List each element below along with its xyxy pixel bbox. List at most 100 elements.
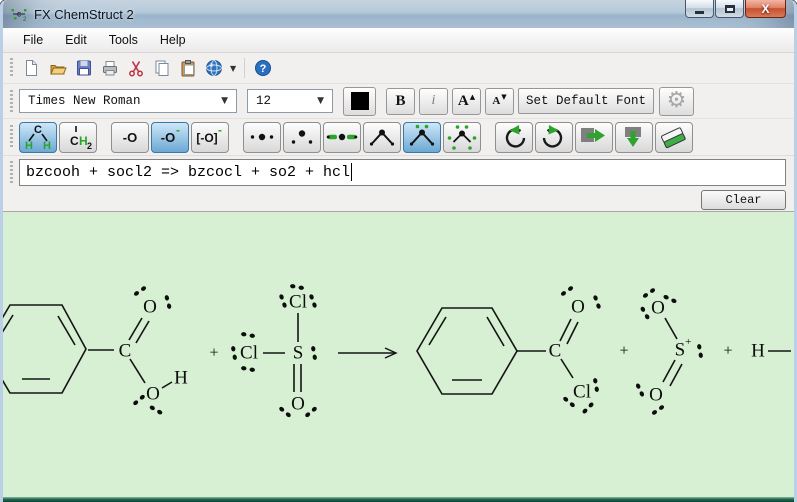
oxygen-plain-button[interactable]: -O	[111, 121, 149, 153]
svg-text:c: c	[17, 10, 21, 19]
svg-text:O: O	[143, 297, 157, 318]
open-button[interactable]	[45, 56, 71, 80]
open-folder-icon	[50, 65, 67, 75]
expanded-ch-button[interactable]: C H H	[19, 121, 57, 153]
bold-label: B	[395, 92, 406, 109]
toolbar-grip[interactable]	[10, 89, 13, 113]
set-default-font-button[interactable]: Set Default Font	[518, 88, 655, 114]
insert-right-button[interactable]	[575, 121, 613, 153]
linear-bonds-button[interactable]	[323, 121, 361, 153]
oxygen-bracket-charge-button[interactable]: [-O] -	[191, 121, 229, 153]
settings-button[interactable]: ⚙	[659, 86, 695, 116]
font-color-button[interactable]	[343, 86, 376, 116]
app-icon[interactable]: c 2	[10, 6, 28, 22]
italic-button[interactable]: i	[419, 87, 448, 115]
chem-canvas[interactable]: COOHClCl SOCOClOS+OH+ + +	[3, 212, 794, 497]
clear-row: Clear	[3, 188, 794, 212]
eraser-icon	[661, 127, 686, 149]
bent-bonds-lone-pairs-button[interactable]	[403, 121, 441, 153]
font-size-select[interactable]: 12 ▼	[247, 89, 333, 113]
oxygen-plain-icon: -O	[123, 130, 137, 145]
equation-input[interactable]: bzcooh + socl2 => bzcocl + so2 + hcl	[19, 158, 786, 186]
oxygen-charge-button[interactable]: -O -	[151, 121, 189, 153]
svg-text:O: O	[291, 394, 305, 415]
cut-button[interactable]	[123, 56, 149, 80]
bold-button[interactable]: B	[386, 87, 415, 115]
condensed-ch2-icon: C H 2	[70, 126, 92, 151]
menu-file[interactable]: File	[13, 30, 53, 50]
insert-down-button[interactable]	[615, 121, 653, 153]
menu-edit[interactable]: Edit	[55, 30, 97, 50]
svg-text:Cl: Cl	[240, 343, 258, 364]
print-button[interactable]	[97, 56, 123, 80]
toolbar-grip[interactable]	[10, 58, 13, 78]
increase-label: A	[457, 92, 469, 109]
rotate-cw-icon	[542, 125, 563, 148]
svg-text:C: C	[70, 134, 79, 148]
copy-button[interactable]	[149, 56, 175, 80]
menubar: File Edit Tools Help	[3, 28, 794, 53]
italic-label: i	[431, 93, 436, 108]
toolbar-grip[interactable]	[10, 161, 13, 183]
decrease-label: A	[492, 95, 501, 107]
bent-dots-button[interactable]	[283, 121, 321, 153]
window-bottom-border	[3, 497, 794, 502]
save-button[interactable]	[71, 56, 97, 80]
window-title: FX ChemStruct 2	[34, 6, 134, 22]
window-controls: X	[685, 0, 786, 18]
print-icon	[103, 61, 117, 76]
condensed-ch2-button[interactable]: C H 2	[59, 121, 97, 153]
menu-help[interactable]: Help	[150, 30, 196, 50]
svg-text:-: -	[218, 123, 222, 137]
increase-font-button[interactable]: A ▲	[452, 87, 481, 115]
svg-text:S: S	[293, 343, 304, 364]
copy-icon	[155, 60, 169, 76]
font-family-select[interactable]: Times New Roman ▼	[19, 89, 237, 113]
svg-text:H: H	[25, 140, 33, 151]
font-size-value: 12	[256, 94, 272, 108]
eraser-button[interactable]	[655, 121, 693, 153]
svg-text:2: 2	[23, 17, 27, 22]
svg-text:[-O]: [-O]	[196, 131, 217, 145]
svg-text:O: O	[571, 297, 585, 318]
paste-button[interactable]	[175, 56, 201, 80]
arrow-up-icon: ▲	[469, 93, 476, 101]
minimize-button[interactable]	[685, 0, 714, 18]
svg-text:O: O	[649, 385, 663, 406]
rotate-ccw-button[interactable]	[495, 121, 533, 153]
font-toolbar: Times New Roman ▼ 12 ▼ B i A ▲ A ▼ Set D…	[3, 83, 794, 118]
svg-text:H: H	[43, 140, 51, 151]
cut-icon	[129, 61, 143, 77]
app-window: c 2 FX ChemStruct 2 X File Edit Tools He…	[0, 0, 797, 502]
menu-tools[interactable]: Tools	[99, 30, 148, 50]
close-icon: X	[761, 1, 770, 16]
linear-dots-button[interactable]	[243, 121, 281, 153]
equation-row: bzcooh + socl2 => bzcocl + so2 + hcl	[3, 155, 794, 188]
svg-text:C: C	[549, 341, 562, 362]
rotate-cw-button[interactable]	[535, 121, 573, 153]
equation-text: bzcooh + socl2 => bzcocl + so2 + hcl	[26, 163, 351, 181]
new-document-button[interactable]	[19, 56, 45, 80]
dropdown-arrow-icon[interactable]: ▼	[227, 64, 239, 73]
toolbar-grip[interactable]	[10, 125, 13, 149]
bent-bonds-icon	[369, 129, 395, 146]
link-button[interactable]	[201, 56, 227, 80]
bent-bonds-all-dots-button[interactable]	[443, 121, 481, 153]
font-family-value: Times New Roman	[28, 94, 141, 108]
maximize-button[interactable]	[715, 0, 744, 18]
svg-text:O: O	[146, 384, 160, 405]
svg-text:C: C	[34, 124, 42, 136]
bent-bonds-button[interactable]	[363, 121, 401, 153]
expanded-ch-icon: C H H	[25, 124, 51, 151]
help-button[interactable]: ?	[250, 56, 276, 80]
paste-icon	[181, 60, 195, 77]
chevron-down-icon: ▼	[221, 96, 228, 106]
svg-text:Cl: Cl	[573, 382, 591, 403]
decrease-font-button[interactable]: A ▼	[485, 87, 514, 115]
chem-toolbar: C H H C H 2 -O -O - [-O] -	[3, 118, 794, 155]
close-button[interactable]: X	[745, 0, 786, 18]
svg-text:-: -	[176, 123, 180, 137]
svg-text:-O: -O	[123, 130, 137, 145]
clear-button[interactable]: Clear	[701, 189, 786, 210]
text-caret	[351, 163, 353, 181]
